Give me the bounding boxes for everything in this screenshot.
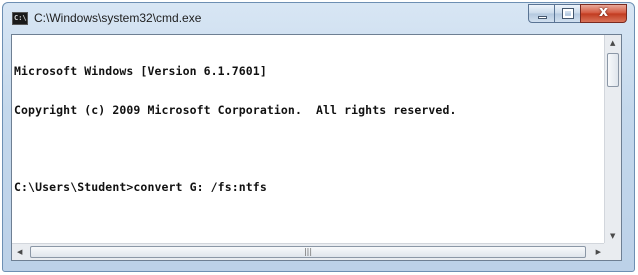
scroll-down-arrow-icon[interactable]: ▼	[610, 233, 615, 240]
close-icon: x	[598, 4, 609, 20]
console-area[interactable]: Microsoft Windows [Version 6.1.7601] Cop…	[11, 34, 622, 261]
minimize-icon	[538, 16, 547, 19]
title-bar[interactable]: C:\ C:\Windows\system32\cmd.exe x	[3, 3, 634, 35]
vertical-scrollbar[interactable]: ▲ ▼	[604, 35, 621, 244]
horizontal-scrollbar[interactable]: ◀ ||| ▶	[12, 243, 606, 260]
cmd-icon[interactable]: C:\	[12, 12, 28, 25]
console-line-version: Microsoft Windows [Version 6.1.7601]	[14, 64, 267, 78]
scroll-up-arrow-icon[interactable]: ▲	[610, 40, 615, 47]
scroll-grip-icon: |||	[303, 247, 313, 256]
horizontal-scroll-thumb[interactable]: |||	[30, 246, 586, 258]
console-line-command: C:\Users\Student>convert G: /fs:ntfs	[14, 180, 267, 194]
console-output: Microsoft Windows [Version 6.1.7601] Cop…	[14, 39, 604, 220]
maximize-icon	[562, 8, 574, 19]
window-title: C:\Windows\system32\cmd.exe	[34, 11, 202, 25]
vertical-scroll-thumb[interactable]	[607, 53, 619, 87]
maximize-button[interactable]	[554, 4, 581, 23]
close-button[interactable]: x	[580, 4, 627, 23]
cmd-window: C:\ C:\Windows\system32\cmd.exe x Micros…	[2, 2, 635, 272]
scrollbar-corner	[604, 243, 621, 260]
console-line-copyright: Copyright (c) 2009 Microsoft Corporation…	[14, 103, 457, 117]
scroll-left-arrow-icon[interactable]: ◀	[17, 249, 22, 256]
minimize-button[interactable]	[528, 4, 555, 23]
scroll-right-arrow-icon[interactable]: ▶	[596, 249, 601, 256]
